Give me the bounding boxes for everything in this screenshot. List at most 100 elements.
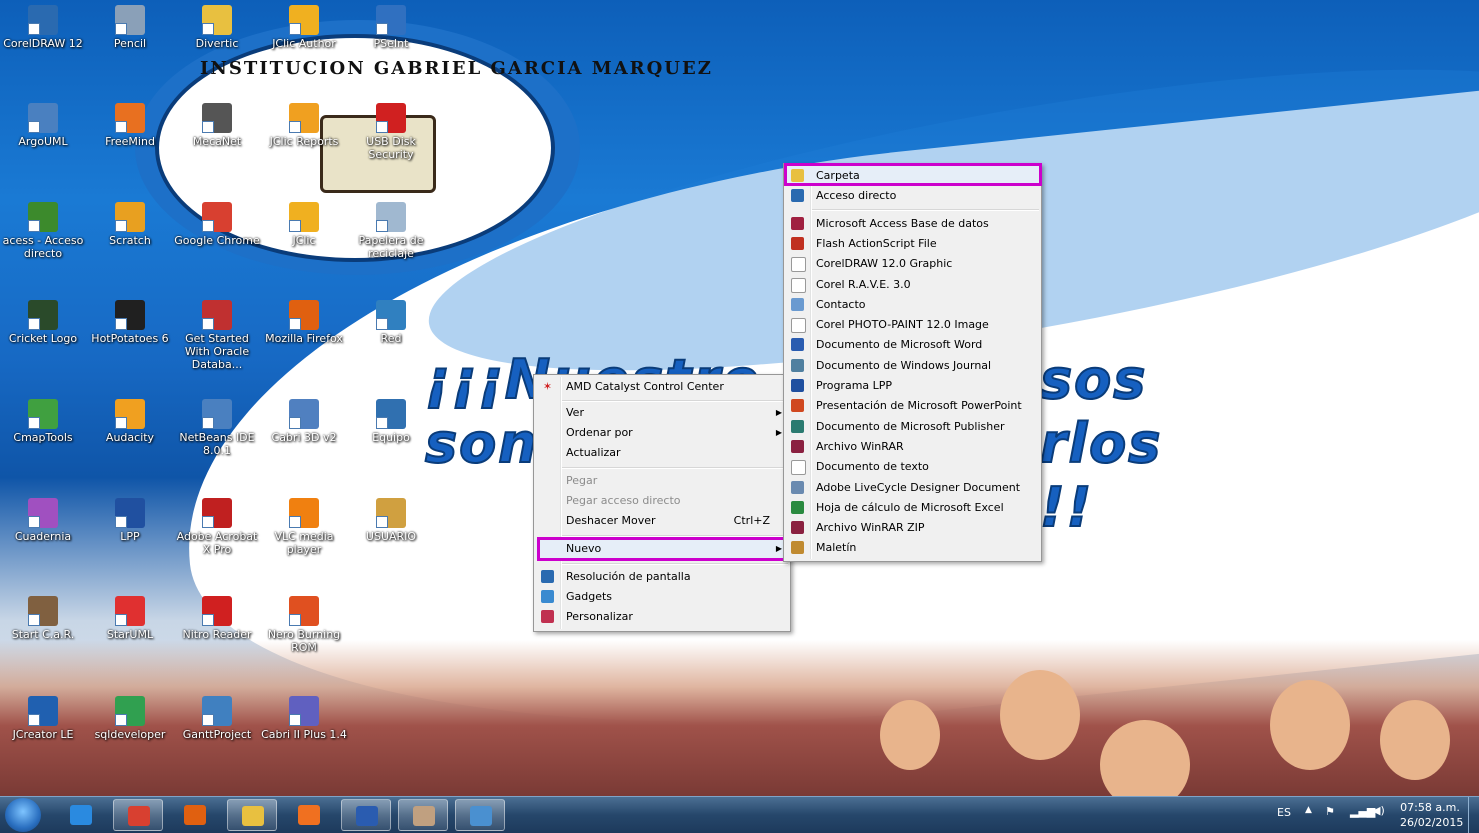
taskbar-button-internet-explorer[interactable] (56, 799, 106, 831)
submenu-item-label: Microsoft Access Base de datos (816, 216, 989, 230)
submenu-item[interactable]: Documento de texto (786, 457, 1039, 477)
desktop-icon[interactable]: Divertic (174, 5, 260, 50)
desktop-icon-label: Google Chrome (174, 234, 260, 247)
desktop-icon[interactable]: JClic Author (261, 5, 347, 50)
desktop-icon[interactable]: Nero Burning ROM (261, 596, 347, 654)
submenu-item[interactable]: Contacto (786, 295, 1039, 315)
submenu-item[interactable]: Adobe LiveCycle Designer Document (786, 478, 1039, 498)
taskbar-button-google-chrome[interactable] (113, 799, 163, 831)
menu-item-personalizar[interactable]: Personalizar (536, 607, 788, 627)
menu-item-ordenar-por[interactable]: Ordenar por ▶ (536, 423, 788, 443)
menu-item-pegar[interactable]: Pegar (536, 471, 788, 491)
desktop-icon[interactable]: CorelDRAW 12 (0, 5, 86, 50)
desktop-icon[interactable]: Cabri II Plus 1.4 (261, 696, 347, 741)
desktop-icon[interactable]: MecaNet (174, 103, 260, 148)
desktop[interactable]: INSTITUCION GABRIEL GARCIA MARQUEZ ¡¡¡Nu… (0, 0, 1479, 796)
menu-item-pegar-acceso-directo[interactable]: Pegar acceso directo (536, 491, 788, 511)
desktop-icon-label: ArgoUML (18, 135, 68, 148)
desktop-icon[interactable]: PSeInt (348, 5, 434, 50)
submenu-item[interactable]: CorelDRAW 12.0 Graphic (786, 254, 1039, 274)
submenu-item[interactable]: Documento de Microsoft Word (786, 335, 1039, 355)
app-icon (289, 300, 319, 330)
desktop-icon[interactable]: Mozilla Firefox (261, 300, 347, 345)
menu-item-actualizar[interactable]: Actualizar (536, 443, 788, 463)
submenu-item[interactable]: Corel R.A.V.E. 3.0 (786, 275, 1039, 295)
desktop-icon[interactable]: NetBeans IDE 8.0.1 (174, 399, 260, 457)
submenu-item[interactable]: Corel PHOTO-PAINT 12.0 Image (786, 315, 1039, 335)
submenu-item[interactable]: Maletín (786, 538, 1039, 558)
desktop-icon[interactable]: FreeMind (87, 103, 173, 148)
submenu-item[interactable]: Documento de Windows Journal (786, 356, 1039, 376)
desktop-icon[interactable]: JClic Reports (261, 103, 347, 148)
submenu-item[interactable]: Hoja de cálculo de Microsoft Excel (786, 498, 1039, 518)
taskbar-button-control-panel[interactable] (455, 799, 505, 831)
menu-item-ver[interactable]: Ver ▶ (536, 403, 788, 423)
desktop-icon[interactable]: Red (348, 300, 434, 345)
desktop-icon[interactable]: Google Chrome (174, 202, 260, 247)
submenu-item[interactable]: Microsoft Access Base de datos (786, 214, 1039, 234)
submenu-item[interactable]: Presentación de Microsoft PowerPoint (786, 396, 1039, 416)
taskbar-button-media-player[interactable] (284, 799, 334, 831)
desktop-icon-label: Cricket Logo (8, 332, 78, 345)
language-indicator[interactable]: ES (1277, 806, 1291, 819)
desktop-icon[interactable]: sqldeveloper (87, 696, 173, 741)
desktop-icon[interactable]: Cuadernia (0, 498, 86, 543)
show-hidden-icons-icon[interactable]: ▲ (1305, 805, 1312, 815)
desktop-icon[interactable]: Start C.a.R. (0, 596, 86, 641)
menu-item-label: Pegar acceso directo (566, 494, 681, 507)
clock-date[interactable]: 26/02/2015 (1400, 816, 1463, 829)
desktop-icon[interactable]: JClic (261, 202, 347, 247)
desktop-icon[interactable]: USUARIO (348, 498, 434, 543)
taskbar-button-windows-explorer[interactable] (227, 799, 277, 831)
desktop-icon[interactable]: acess - Acceso directo (0, 202, 86, 260)
desktop-icon[interactable]: HotPotatoes 6 (87, 300, 173, 345)
desktop-icon[interactable]: Adobe Acrobat X Pro (174, 498, 260, 556)
taskbar-button-mozilla-firefox[interactable] (170, 799, 220, 831)
desktop-icon-label: Pencil (113, 37, 147, 50)
show-desktop-button[interactable] (1468, 797, 1479, 833)
volume-icon[interactable]: ◀) (1372, 804, 1385, 817)
desktop-icon[interactable]: GanttProject (174, 696, 260, 741)
submenu-item[interactable]: Flash ActionScript File (786, 234, 1039, 254)
desktop-icon[interactable]: ArgoUML (0, 103, 86, 148)
menu-item-amd-catalyst[interactable]: ✶ AMD Catalyst Control Center (536, 377, 788, 397)
app-icon (115, 300, 145, 330)
submenu-item[interactable]: Documento de Microsoft Publisher (786, 417, 1039, 437)
menu-item-deshacer-mover[interactable]: Deshacer Mover Ctrl+Z (536, 511, 788, 531)
submenu-item[interactable]: Archivo WinRAR (786, 437, 1039, 457)
desktop-icon[interactable]: Cricket Logo (0, 300, 86, 345)
desktop-icon[interactable]: Get Started With Oracle Databa... (174, 300, 260, 371)
desktop-icon[interactable]: StarUML (87, 596, 173, 641)
desktop-icon-label: JClic Reports (269, 135, 339, 148)
desktop-icon[interactable]: VLC media player (261, 498, 347, 556)
desktop-icon[interactable]: LPP (87, 498, 173, 543)
menu-item-gadgets[interactable]: Gadgets (536, 587, 788, 607)
desktop-icon[interactable]: Nitro Reader (174, 596, 260, 641)
desktop-icon[interactable]: Equipo (348, 399, 434, 444)
desktop-icon[interactable]: Scratch (87, 202, 173, 247)
desktop-icon[interactable]: JCreator LE (0, 696, 86, 741)
submenu-item[interactable]: Programa LPP (786, 376, 1039, 396)
start-button[interactable] (5, 798, 41, 832)
desktop-icon[interactable]: CmapTools (0, 399, 86, 444)
windows-explorer-icon (242, 806, 264, 826)
taskbar-button-microsoft-word[interactable] (341, 799, 391, 831)
desktop-icon[interactable]: Cabri 3D v2 (261, 399, 347, 444)
submenu-item[interactable]: Archivo WinRAR ZIP (786, 518, 1039, 538)
desktop-icon[interactable]: Pencil (87, 5, 173, 50)
clock-time[interactable]: 07:58 a.m. (1400, 801, 1460, 814)
taskbar-button-paint[interactable] (398, 799, 448, 831)
app-icon (376, 5, 406, 35)
app-icon (28, 498, 58, 528)
desktop-icon-label: Adobe Acrobat X Pro (176, 530, 258, 556)
submenu-item[interactable]: Acceso directo (786, 186, 1039, 206)
menu-item-resolucion-pantalla[interactable]: Resolución de pantalla (536, 567, 788, 587)
desktop-icon[interactable]: USB Disk Security (348, 103, 434, 161)
desktop-icon[interactable]: Audacity (87, 399, 173, 444)
desktop-icon[interactable]: Papelera de reciclaje (348, 202, 434, 260)
seal-text: INSTITUCION GABRIEL GARCIA MARQUEZ (200, 58, 713, 79)
desktop-icon-label: GanttProject (182, 728, 252, 741)
action-center-flag-icon[interactable]: ⚑ (1325, 805, 1335, 818)
gadgets-icon (541, 590, 554, 603)
desktop-icon-label: acess - Acceso directo (2, 234, 84, 260)
